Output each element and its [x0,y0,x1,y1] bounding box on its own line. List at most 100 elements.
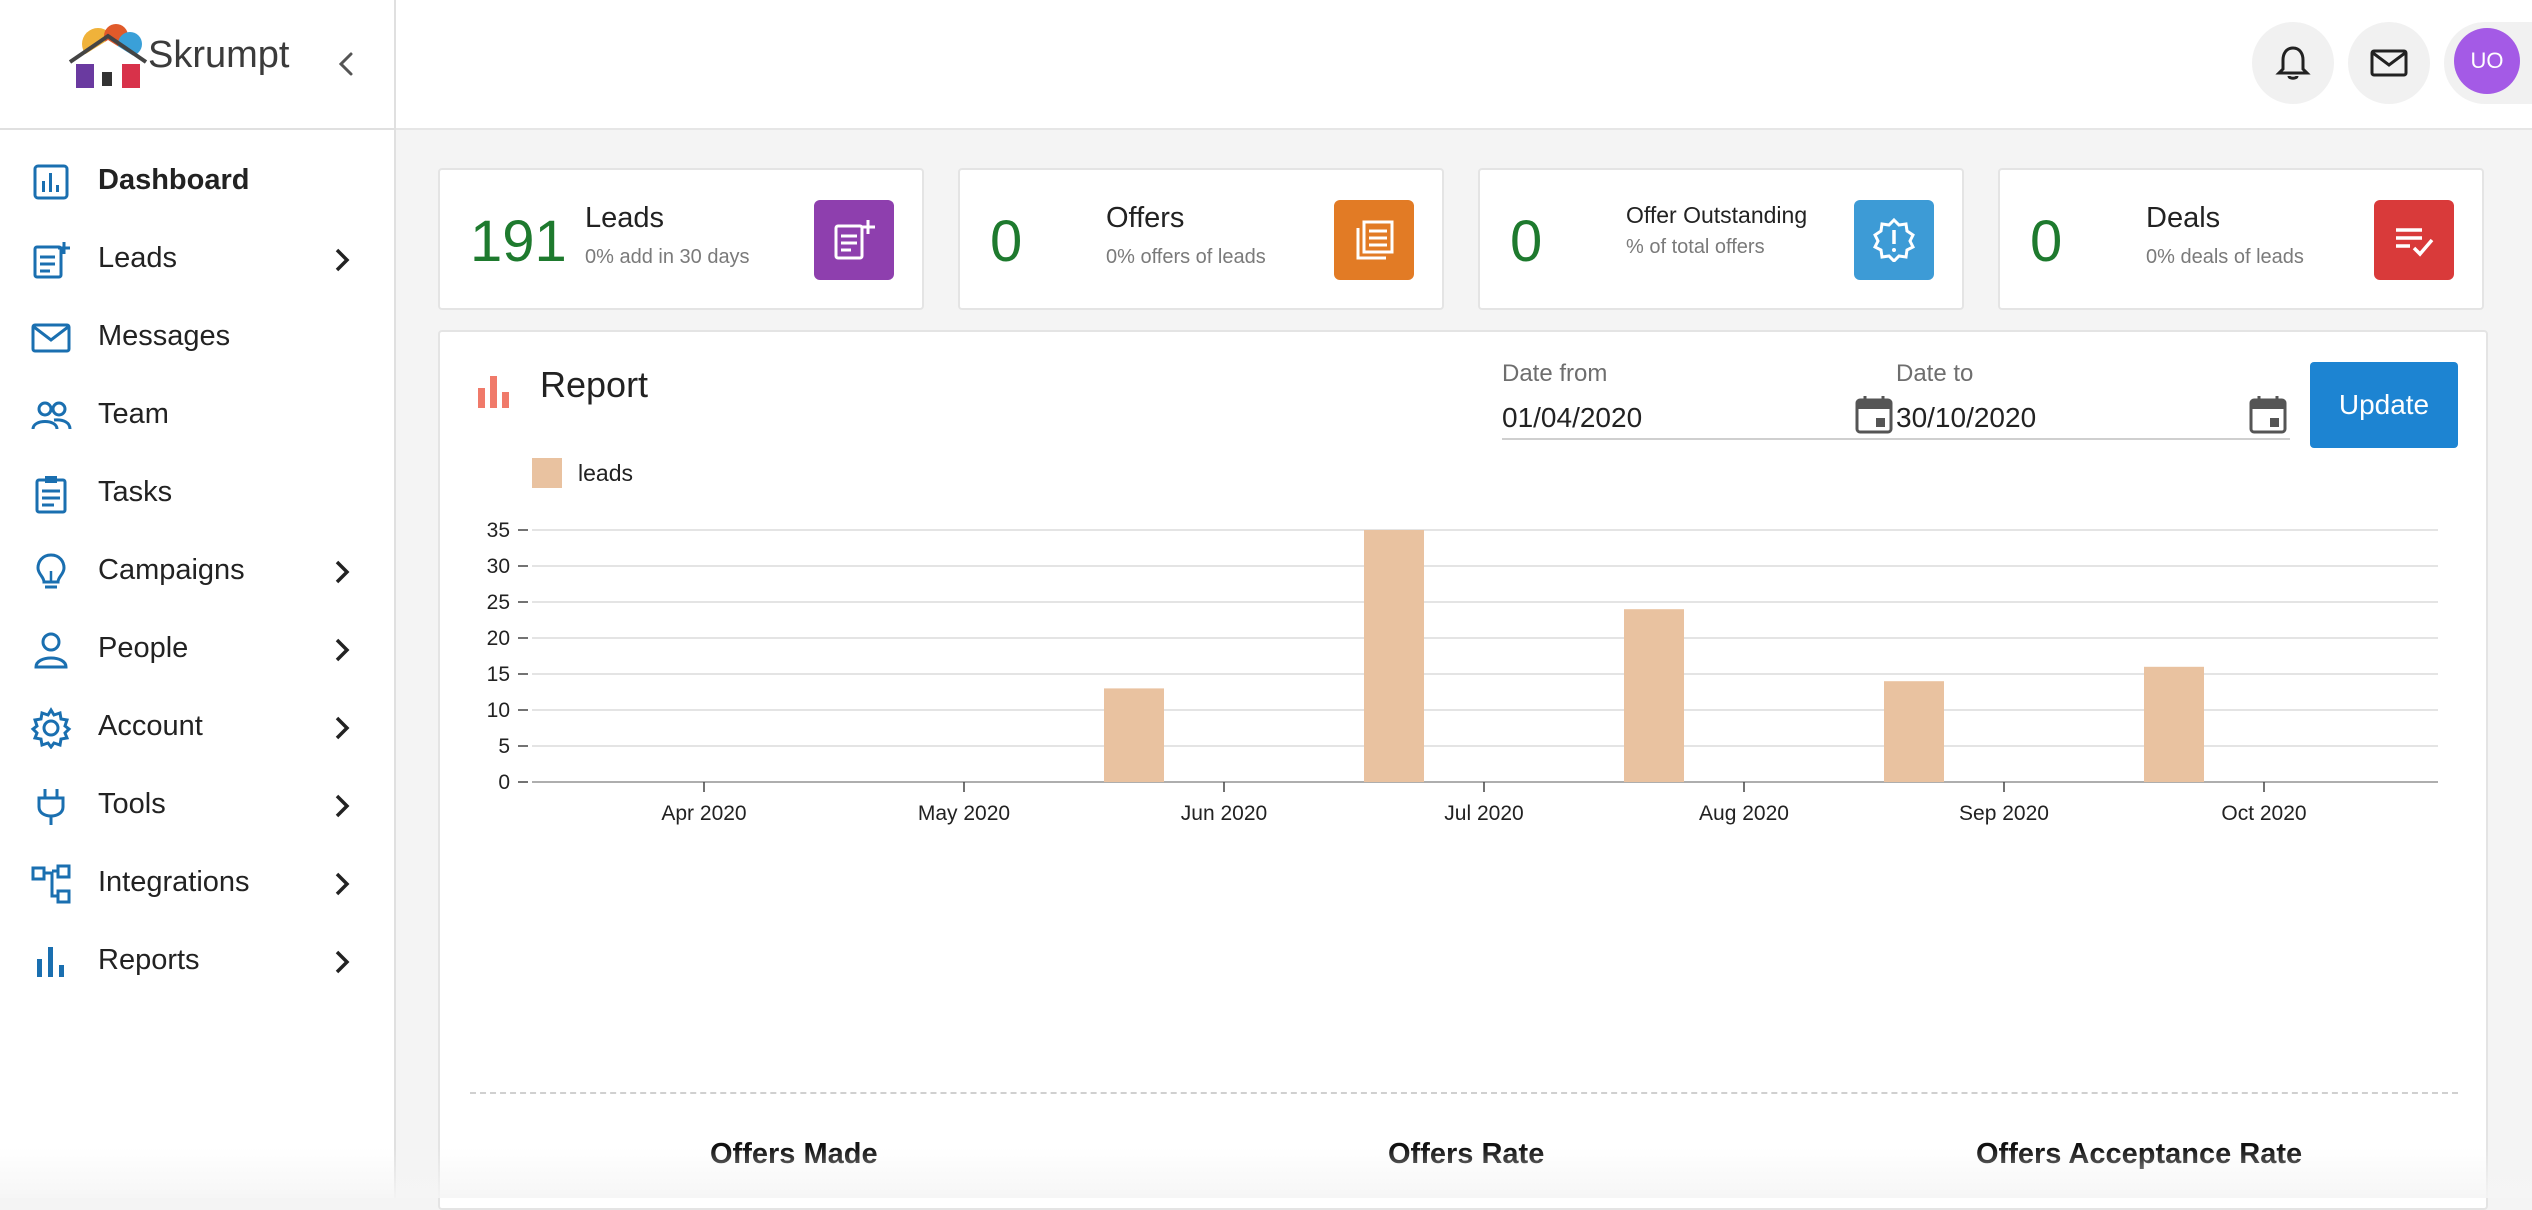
chevron-right-icon [335,950,350,974]
legend-label: leads [578,460,633,486]
date-from-label: Date from [1502,360,1608,387]
sidebar-item-tools[interactable]: Tools [0,770,394,840]
leads-bar-chart: 0 5 10 15 20 25 30 35 Apr 2020 May 2020 Jun 2020 Ju… [487,519,2438,825]
leads-card[interactable]: 191 Leads 0% add in 30 days [438,168,924,310]
y-tick-label: 35 [487,519,510,542]
y-tick-label: 10 [487,699,510,722]
y-tick-label: 0 [498,771,510,794]
card-title: Deals [2146,202,2221,234]
avatar[interactable]: UO [2454,28,2520,94]
sidebar-item-label: Campaigns [98,554,245,586]
lightbulb-icon [36,553,66,589]
app-name: Skrumpt [148,34,290,76]
add-note-icon [834,220,875,260]
sidebar-item-dashboard[interactable]: Dashboard [0,146,394,216]
y-tick-label: 15 [487,663,510,686]
offers-acceptance-rate-heading: Offers Acceptance Rate [1976,1138,2303,1170]
sidebar-item-label: Reports [98,944,200,976]
alert-badge-icon [1872,218,1916,262]
card-value: 0 [2030,209,2063,274]
sidebar-item-label: People [98,632,189,664]
mail-icon [31,323,71,353]
sidebar-item-people[interactable]: People [0,614,394,684]
person-icon [34,632,68,669]
x-tick-label: Sep 2020 [1959,802,2049,825]
bar-leads[interactable] [1364,530,1424,782]
report-chart-icon [478,376,509,408]
report-panel: Report Date from 01/04/2020 Date to 30/1… [438,330,2488,1210]
documents-icon [1356,220,1394,260]
date-from-value[interactable]: 01/04/2020 [1502,402,1642,434]
card-subtitle: 0% deals of leads [2146,246,2304,268]
report-title: Report [540,364,649,405]
sidebar-item-label: Tools [98,788,166,820]
sidebar-item-label: Integrations [98,866,250,898]
card-subtitle: 0% offers of leads [1106,246,1266,268]
card-value: 0 [1510,209,1543,274]
offers-made-heading: Offers Made [710,1138,878,1170]
chevron-right-icon [335,248,350,272]
date-to-field[interactable]: Date to 30/10/2020 [1896,360,2290,440]
chevron-right-icon [335,638,350,662]
sidebar-item-leads[interactable]: Leads [0,224,394,294]
card-icon-box [814,200,894,280]
logo-area: Skrumpt [0,0,394,130]
card-icon-box [1854,200,1934,280]
section-divider [470,1092,2458,1094]
sidebar-item-integrations[interactable]: Integrations [0,848,394,918]
list-check-icon [2396,228,2434,257]
x-tick-label: Jun 2020 [1181,802,1267,825]
card-icon-box [1334,200,1414,280]
messages-button[interactable] [2348,22,2430,104]
y-tick-label: 25 [487,591,510,614]
calendar-icon[interactable] [1854,394,1894,436]
date-to-label: Date to [1896,360,1974,387]
card-value: 191 [470,209,567,274]
x-tick-label: Oct 2020 [2221,802,2306,825]
integrations-icon [31,864,71,904]
dashboard-icon [33,164,69,200]
sidebar-item-account[interactable]: Account [0,692,394,762]
plug-icon [37,789,65,825]
x-tick-label: Jul 2020 [1444,802,1523,825]
notifications-button[interactable] [2252,22,2334,104]
update-button[interactable]: Update [2310,362,2458,448]
chevron-right-icon [335,560,350,584]
bell-icon [2275,46,2311,80]
sidebar-item-label: Tasks [98,476,173,508]
sidebar-item-reports[interactable]: Reports [0,926,394,996]
y-tick-label: 20 [487,627,510,650]
sidebar-item-label: Messages [98,320,231,352]
offers-card[interactable]: 0 Offers 0% offers of leads [958,168,1444,310]
sidebar-item-tasks[interactable]: Tasks [0,458,394,528]
sidebar-item-label: Leads [98,242,178,274]
deals-card[interactable]: 0 Deals 0% deals of leads [1998,168,2484,310]
chevron-right-icon [335,872,350,896]
collapse-sidebar-button[interactable] [326,44,366,84]
card-title: Offer Outstanding [1626,202,1808,228]
sidebar-item-messages[interactable]: Messages [0,302,394,372]
bar-leads[interactable] [1624,609,1684,782]
card-title: Leads [585,202,665,234]
card-icon-box [2374,200,2454,280]
date-from-field[interactable]: Date from 01/04/2020 [1502,360,1896,440]
sidebar-item-label: Team [98,398,169,430]
sidebar-item-team[interactable]: Team [0,380,394,450]
clipboard-icon [35,476,67,514]
mail-icon [2370,49,2408,77]
bar-leads[interactable] [1104,688,1164,782]
gear-icon [30,707,72,749]
offer-outstanding-card[interactable]: 0 Offer Outstanding % of total offers [1478,168,1964,310]
chevron-right-icon [335,794,350,818]
y-tick-label: 5 [498,735,510,758]
legend-swatch[interactable] [532,458,562,488]
sidebar-item-campaigns[interactable]: Campaigns [0,536,394,606]
chevron-right-icon [335,716,350,740]
bar-leads[interactable] [1884,681,1944,782]
date-to-value[interactable]: 30/10/2020 [1896,402,2036,434]
leads-icon [33,242,70,279]
sidebar-item-label: Dashboard [98,164,250,196]
bar-leads[interactable] [2144,666,2204,782]
bar-chart-icon [37,947,64,977]
calendar-icon[interactable] [2248,394,2288,436]
